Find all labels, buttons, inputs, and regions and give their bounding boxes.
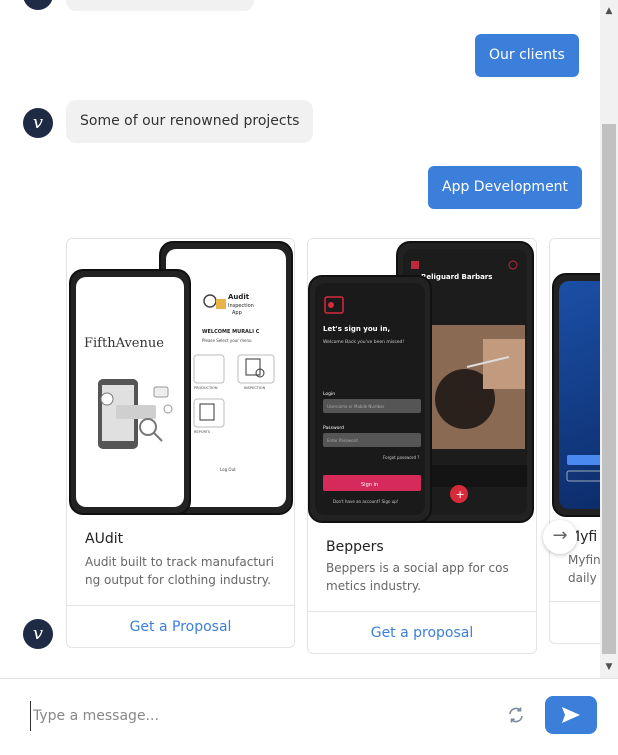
project-description: Beppers is a social app for cosmetics in… bbox=[326, 561, 509, 593]
svg-text:App: App bbox=[232, 310, 242, 316]
bot-avatar: v bbox=[23, 619, 53, 649]
bot-avatar bbox=[23, 0, 53, 10]
bot-avatar: v bbox=[23, 108, 53, 138]
project-card-myfi: Myfi Myfin daily bbox=[549, 238, 600, 644]
phone-mockup bbox=[552, 273, 600, 517]
audit-menu-production: PRODUCTION bbox=[194, 386, 218, 390]
previous-message-bubble bbox=[66, 0, 254, 11]
svg-text:+: + bbox=[456, 488, 465, 501]
option-app-development-label: App Development bbox=[442, 179, 569, 195]
message-composer bbox=[0, 678, 618, 755]
fifth-avenue-screen: FifthAvenue bbox=[84, 336, 173, 449]
phone-mockup: FifthAvenue bbox=[69, 269, 191, 515]
chat-window: Our clients v Some of our renowned proje… bbox=[0, 0, 600, 678]
beppers-signin-title: Let's sign you in, bbox=[323, 325, 390, 333]
project-image-audit: Audit Inspection App WELCOME MURALI C Pl… bbox=[67, 239, 294, 519]
bot-message-text: Some of our renowned projects bbox=[80, 113, 300, 129]
message-input[interactable] bbox=[30, 701, 475, 731]
scroll-up-arrow-icon[interactable]: ▲ bbox=[600, 2, 618, 20]
beppers-login-placeholder: Username or Mobile Number bbox=[327, 404, 385, 409]
beppers-password-label: Password bbox=[323, 425, 344, 431]
scroll-thumb[interactable] bbox=[602, 124, 616, 654]
project-title: Beppers bbox=[326, 539, 384, 555]
audit-select-text: Please Select your menu bbox=[202, 338, 252, 343]
beppers-signin-button: Sign in bbox=[361, 482, 378, 488]
beppers-password-placeholder: Enter Password bbox=[327, 438, 358, 443]
svg-text:Inspection: Inspection bbox=[228, 303, 254, 309]
get-proposal-button[interactable] bbox=[550, 601, 600, 643]
project-title: AUdit bbox=[85, 531, 124, 547]
carousel-next-button[interactable]: → bbox=[543, 520, 577, 554]
beppers-signup: Don't have an account? Sign up! bbox=[333, 499, 398, 504]
beppers-welcome: Welcome Back you've been missed! bbox=[323, 339, 404, 345]
beppers-shop-name: Religuard Barbars bbox=[421, 273, 492, 281]
project-card-beppers: Religuard Barbars + Let's sign you in, W… bbox=[307, 238, 537, 654]
myfi-app-screen bbox=[566, 455, 600, 482]
phone-mockup: Let's sign you in, Welcome Back you've b… bbox=[308, 275, 432, 523]
get-proposal-button[interactable]: Get a proposal bbox=[308, 611, 536, 653]
option-our-clients[interactable]: Our clients bbox=[475, 34, 579, 77]
send-button[interactable] bbox=[545, 696, 597, 734]
option-our-clients-label: Our clients bbox=[489, 47, 565, 63]
svg-text:Audit: Audit bbox=[228, 293, 250, 301]
get-proposal-button[interactable]: Get a Proposal bbox=[67, 605, 294, 647]
project-description: Myfin daily bbox=[568, 553, 600, 585]
beppers-forgot: Forgot password ? bbox=[383, 455, 419, 460]
project-card-audit: Audit Inspection App WELCOME MURALI C Pl… bbox=[66, 238, 295, 648]
project-description: Audit built to track manufacturing outpu… bbox=[85, 555, 274, 587]
fifth-avenue-logo: FifthAvenue bbox=[84, 336, 164, 351]
audit-menu-inspection: INSPECTION bbox=[244, 386, 266, 390]
option-app-development[interactable]: App Development bbox=[428, 166, 583, 209]
project-image-myfi bbox=[550, 239, 600, 519]
send-icon bbox=[562, 707, 580, 723]
chat-scrollbar[interactable]: ▲ ▼ bbox=[600, 0, 618, 678]
scroll-down-arrow-icon[interactable]: ▼ bbox=[600, 658, 618, 676]
refresh-icon[interactable] bbox=[506, 705, 526, 725]
project-image-beppers: Religuard Barbars + Let's sign you in, W… bbox=[308, 239, 536, 523]
beppers-signin-screen: Let's sign you in, Welcome Back you've b… bbox=[323, 296, 421, 504]
audit-logout-text: Log Out bbox=[220, 467, 236, 472]
bot-message-bubble: Some of our renowned projects bbox=[66, 100, 314, 143]
audit-menu-reports: REPORTS bbox=[194, 430, 211, 434]
audit-welcome-text: WELCOME MURALI C bbox=[202, 329, 260, 335]
beppers-login-label: Login bbox=[323, 391, 335, 397]
